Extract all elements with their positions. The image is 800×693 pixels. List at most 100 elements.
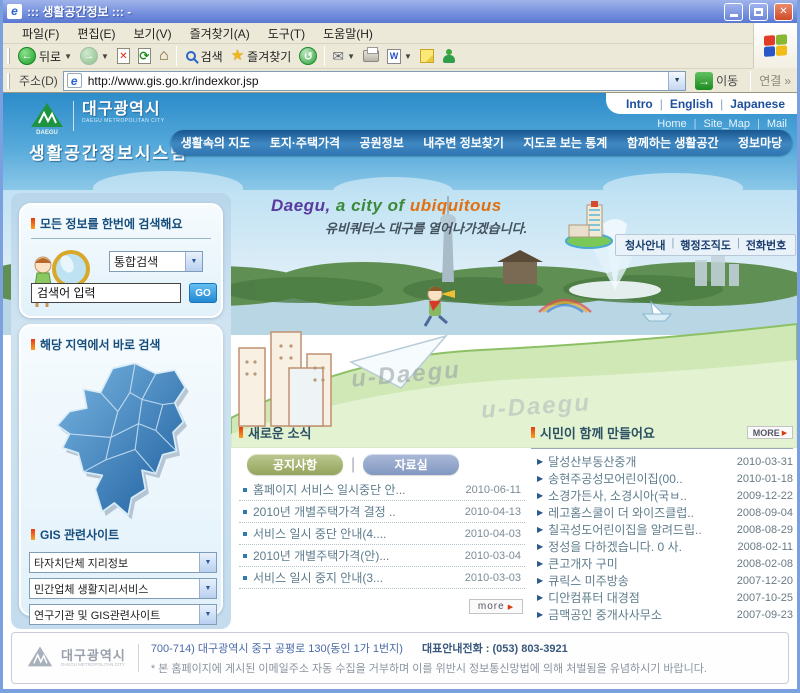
go-arrow-icon: →	[695, 72, 713, 90]
nav-statistics-map[interactable]: 지도로 보는 통계	[519, 134, 611, 151]
address-dropdown-icon[interactable]: ▼	[668, 72, 685, 90]
nav-life-map[interactable]: 생활속의 지도	[177, 134, 255, 151]
link-building-guide[interactable]: 청사안내	[625, 237, 665, 253]
search-button[interactable]: 검색	[180, 47, 227, 66]
gis-select-value: 타자치단체 지리정보	[30, 555, 199, 571]
edit-button[interactable]: W ▼	[383, 48, 416, 65]
link-sitemap[interactable]: Site_Map	[703, 118, 749, 130]
search-keyword-input[interactable]	[35, 285, 177, 301]
nav-park-info[interactable]: 공원정보	[356, 134, 408, 151]
svg-text:DAEGU: DAEGU	[36, 130, 58, 135]
link-org-chart[interactable]: 행정조직도	[680, 237, 731, 253]
news-item[interactable]: 서비스 일시 중지 안내(3... 2010-03-03	[239, 567, 525, 589]
search-go-button[interactable]: GO	[189, 283, 217, 303]
browser-window: e ::: 생활공간정보 ::: - ✕ 파일(F) 편집(E) 보기(V) 즐…	[0, 0, 800, 693]
citizen-item[interactable]: ▶소경가든사, 소경시아(국ㅂ..2009-12-22	[531, 487, 793, 504]
search-panel-title: 모든 정보를 한번에 검색해요	[40, 215, 182, 232]
news-item-text: 2010년 개별주택가격(안)...	[253, 547, 465, 564]
link-english[interactable]: English	[670, 97, 713, 111]
daegu-district-map[interactable]	[37, 358, 209, 522]
citizen-item[interactable]: ▶금맥공인 중개사사무소2007-09-23	[531, 606, 793, 623]
citizen-title: 시민이 함께 만들어요	[540, 423, 655, 442]
nav-info-plaza[interactable]: 정보마당	[734, 134, 786, 151]
link-home[interactable]: Home	[657, 118, 686, 130]
nav-land-housing-price[interactable]: 토지·주택가격	[266, 134, 344, 151]
citizen-item[interactable]: ▶큐릭스 미주방송2007-12-20	[531, 572, 793, 589]
toolbar-grip	[7, 48, 10, 64]
link-phone-numbers[interactable]: 전화번호	[746, 237, 786, 253]
site-header: DAEGU 대구광역시 DAEGU METROPOLITAN CITY 생활공간…	[3, 93, 797, 190]
menu-tools[interactable]: 도구(T)	[259, 23, 314, 44]
nav-nearby-info[interactable]: 내주변 정보찾기	[419, 134, 508, 151]
print-button[interactable]	[359, 49, 383, 63]
logo-divider	[73, 101, 74, 131]
menu-view[interactable]: 보기(V)	[124, 23, 180, 44]
news-item-text: 2010년 개별주택가격 결정 ..	[253, 503, 465, 520]
citizen-item[interactable]: ▶큰고개자 구미2008-02-08	[531, 555, 793, 572]
bullet-icon	[243, 554, 247, 558]
citizen-item[interactable]: ▶송현주공성모어린이집(00..2010-01-18	[531, 470, 793, 487]
news-more-button[interactable]: more ▶	[469, 599, 523, 614]
forward-button[interactable]: → ▼	[76, 46, 113, 66]
home-button[interactable]: ⌂	[155, 48, 173, 64]
favorites-button[interactable]: ★ 즐겨찾기	[227, 47, 296, 66]
search-category-select[interactable]: 통합검색 ▼	[109, 251, 203, 272]
slogan-daegu: Daegu,	[271, 196, 331, 215]
citizen-item-date: 2008-02-11	[738, 541, 793, 553]
nav-shared-space[interactable]: 함께하는 생활공간	[623, 134, 723, 151]
bullet-icon	[243, 532, 247, 536]
citizen-item[interactable]: ▶달성산부동산중개2010-03-31	[531, 453, 793, 470]
edit-dropdown-icon: ▼	[404, 52, 412, 61]
citizen-item[interactable]: ▶디안컴퓨터 대경점2007-10-25	[531, 589, 793, 606]
search-keyword-box	[31, 283, 181, 303]
tab-notices[interactable]: 공지사항	[247, 454, 343, 475]
link-mail[interactable]: Mail	[767, 118, 787, 130]
history-button[interactable]: ↺	[295, 46, 321, 66]
address-input[interactable]	[86, 73, 664, 89]
bullet-icon	[243, 576, 247, 580]
back-button[interactable]: ← 뒤로 ▼	[14, 46, 76, 66]
gis-select-municipal[interactable]: 타자치단체 지리정보 ▼	[29, 552, 217, 573]
citizen-item-date: 2010-03-31	[737, 456, 793, 468]
slogan-city-of: a city of	[336, 196, 410, 215]
menu-help[interactable]: 도움말(H)	[314, 23, 382, 44]
minimize-button[interactable]	[724, 3, 743, 21]
tab-data-room[interactable]: 자료실	[363, 454, 459, 475]
citizen-item-date: 2007-09-23	[737, 609, 793, 621]
refresh-button[interactable]: ⟳	[134, 47, 155, 65]
citizen-more-button[interactable]: MORE ▶	[747, 426, 793, 439]
news-item[interactable]: 서비스 일시 중단 안내(4.... 2010-04-03	[239, 523, 525, 545]
search-label: 검색	[201, 48, 223, 65]
citizen-item[interactable]: ▶정성을 다하겠습니다. 0 사.2008-02-11	[531, 538, 793, 555]
menu-favorites[interactable]: 즐겨찾기(A)	[181, 23, 259, 44]
citizen-item-text: 레고홈스쿨이 더 와이즈클럽..	[548, 504, 737, 521]
maximize-button[interactable]	[749, 3, 768, 21]
menu-edit[interactable]: 편집(E)	[68, 23, 124, 44]
addressbar-separator	[750, 71, 751, 91]
gis-select-private[interactable]: 민간업체 생활지리서비스 ▼	[29, 578, 217, 599]
news-item[interactable]: 2010년 개별주택가격(안)... 2010-03-04	[239, 545, 525, 567]
messenger-icon	[442, 49, 456, 63]
site-logo[interactable]: DAEGU 대구광역시 DAEGU METROPOLITAN CITY	[29, 101, 165, 135]
citizen-title-row: 시민이 함께 만들어요 MORE ▶	[531, 423, 793, 442]
mail-button[interactable]: ✉ ▼	[328, 48, 359, 64]
menu-file[interactable]: 파일(F)	[13, 23, 68, 44]
stop-button[interactable]: ✕	[113, 47, 134, 65]
gis-select-research[interactable]: 연구기관 및 GIS관련사이트 ▼	[29, 604, 217, 625]
link-japanese[interactable]: Japanese	[730, 97, 785, 111]
links-button[interactable]: 연결 »	[759, 72, 793, 89]
news-item[interactable]: 2010년 개별주택가격 결정 .. 2010-04-13	[239, 501, 525, 523]
citizen-item[interactable]: ▶레고홈스쿨이 더 와이즈클럽..2008-09-04	[531, 504, 793, 521]
news-item-text: 서비스 일시 중단 안내(4....	[253, 525, 465, 542]
citizen-item[interactable]: ▶칠곡성도어린이집을 알려드립..2008-08-29	[531, 521, 793, 538]
citizen-item-date: 2010-01-18	[737, 473, 793, 485]
notes-button[interactable]	[416, 48, 438, 64]
address-bar: 주소(D) e ▼ → 이동 연결 »	[3, 69, 797, 93]
link-intro[interactable]: Intro	[626, 97, 653, 111]
news-item-date: 2010-04-03	[465, 528, 525, 540]
messenger-button[interactable]	[438, 48, 460, 64]
news-item[interactable]: 홈페이지 서비스 일시중단 안... 2010-06-11	[239, 479, 525, 501]
close-button[interactable]: ✕	[774, 3, 793, 21]
go-button[interactable]: → 이동	[691, 71, 742, 91]
bullet-icon: ▶	[537, 576, 543, 585]
